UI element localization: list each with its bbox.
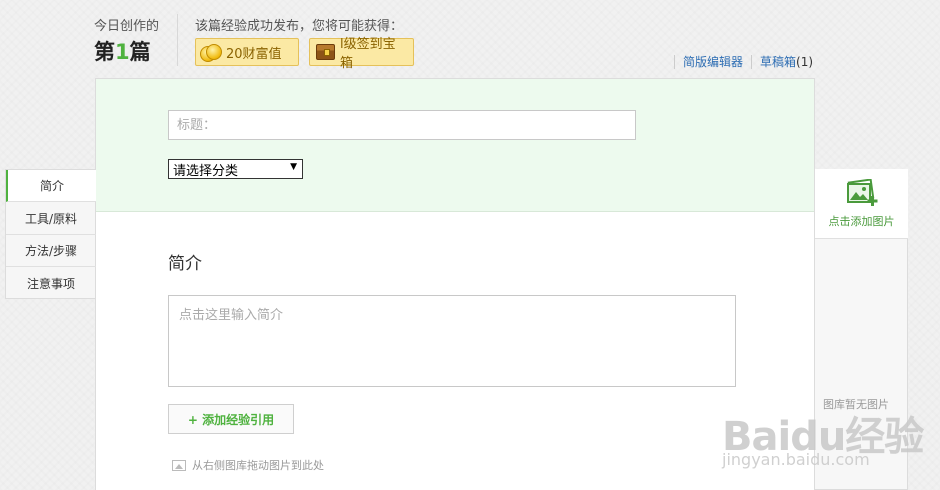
drag-hint-text: 从右侧图库拖动图片到此处: [192, 459, 324, 472]
wealth-reward-badge: 20财富值: [195, 38, 299, 66]
drafts-count: (1): [796, 55, 814, 69]
drag-hint: 从右侧图库拖动图片到此处: [172, 457, 324, 473]
link-separator: [674, 55, 675, 69]
intro-heading: 简介: [168, 254, 202, 274]
nav-item-notes[interactable]: 注意事项: [6, 267, 96, 299]
header-divider: [177, 14, 178, 66]
image-icon: [172, 459, 186, 471]
count-prefix: 第: [94, 40, 115, 64]
count-suffix: 篇: [129, 40, 151, 64]
add-reference-button[interactable]: + 添加经验引用: [168, 404, 294, 434]
nav-item-tools[interactable]: 工具/原料: [6, 203, 96, 235]
coins-icon: [200, 42, 222, 62]
wealth-reward-label: 20财富值: [226, 46, 282, 62]
nav-item-intro[interactable]: 简介: [6, 170, 96, 202]
nav-item-label: 工具/原料: [24, 212, 78, 226]
drafts-link-label: 草稿箱: [760, 55, 797, 69]
title-section: [96, 79, 814, 212]
add-image-label: 点击添加图片: [828, 215, 895, 228]
link-separator: [751, 55, 752, 69]
nav-item-label: 方法/步骤: [24, 244, 78, 258]
drafts-link[interactable]: 草稿箱(1): [760, 53, 813, 70]
category-select[interactable]: 请选择分类 ▼: [168, 159, 303, 179]
chest-reward-label: l级签到宝箱: [340, 37, 396, 71]
add-image-button[interactable]: 点击添加图片: [815, 169, 908, 239]
dropdown-arrow-icon: ▼: [290, 162, 297, 172]
watermark-url: jingyan.baidu.com: [722, 450, 870, 469]
reward-label: 该篇经验成功发布，您将可能获得：: [195, 19, 404, 34]
simple-editor-link[interactable]: 简版编辑器: [683, 53, 743, 70]
nav-item-label: 注意事项: [26, 276, 75, 291]
count-number: 1: [115, 40, 130, 64]
article-count: 第1篇: [94, 36, 151, 66]
chest-reward-badge: l级签到宝箱: [309, 37, 414, 71]
category-selected-value: 请选择分类: [173, 163, 239, 179]
title-input[interactable]: [168, 110, 636, 140]
nav-item-steps[interactable]: 方法/步骤: [6, 235, 96, 267]
treasure-chest-icon: [316, 44, 336, 60]
add-image-icon: [846, 179, 877, 206]
section-nav: 简介 工具/原料 方法/步骤 注意事项: [5, 169, 96, 299]
nav-item-label: 简介: [39, 179, 64, 193]
today-created-label: 今日创作的: [94, 19, 160, 34]
intro-textarea[interactable]: [168, 295, 736, 387]
